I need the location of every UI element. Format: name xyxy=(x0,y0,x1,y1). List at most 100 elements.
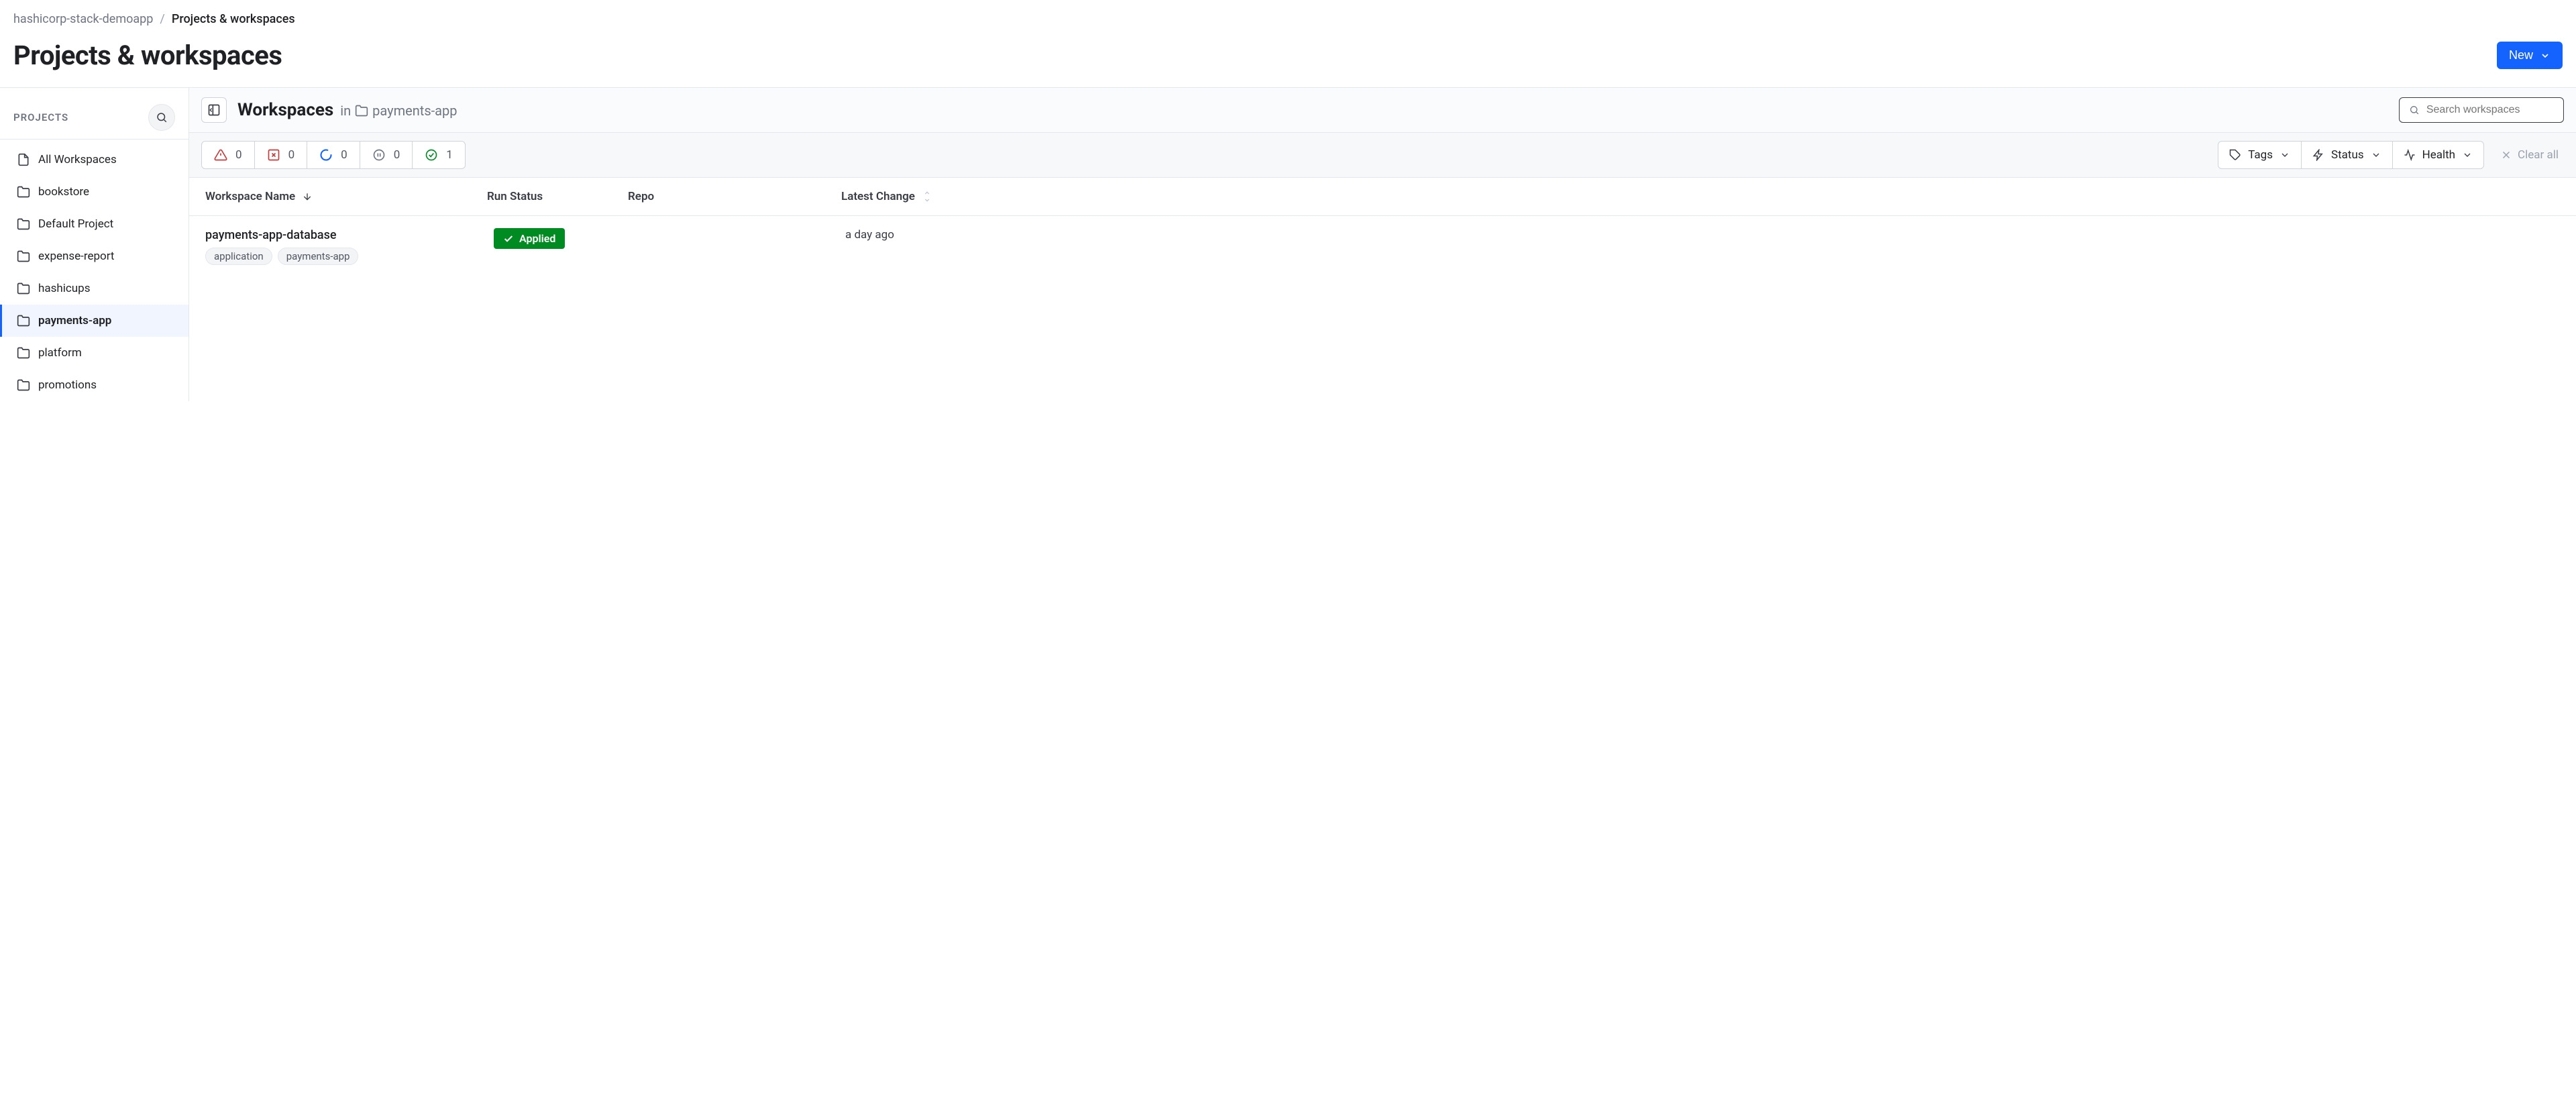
count: 0 xyxy=(288,148,295,162)
workspace-search[interactable] xyxy=(2399,97,2564,123)
file-icon xyxy=(17,153,30,166)
tag-icon xyxy=(2229,149,2241,161)
workspace-tag[interactable]: payments-app xyxy=(278,248,359,265)
collapse-sidebar-button[interactable] xyxy=(201,97,227,123)
sidebar-item-label: hashicups xyxy=(38,282,90,295)
run-icon xyxy=(2312,149,2324,161)
new-button[interactable]: New xyxy=(2497,42,2563,69)
status-badge: Applied xyxy=(494,228,565,249)
sidebar-item-label: expense-report xyxy=(38,250,114,263)
sort-icon xyxy=(922,191,932,202)
cell-status: Applied xyxy=(487,228,628,249)
sidebar-item-label: payments-app xyxy=(38,314,111,327)
breadcrumb-org[interactable]: hashicorp-stack-demoapp xyxy=(13,12,153,26)
col-header-name[interactable]: Workspace Name xyxy=(205,190,487,203)
workspaces-header: Workspaces in payments-app xyxy=(189,88,2576,133)
main-panel: Workspaces in payments-app 0 xyxy=(189,88,2576,401)
cell-latest-change: a day ago xyxy=(829,228,2560,242)
filter-buttons: Tags Status Health xyxy=(2218,141,2484,169)
folder-icon xyxy=(17,282,30,295)
folder-icon xyxy=(17,185,30,199)
table-header: Workspace Name Run Status Repo Latest Ch… xyxy=(189,178,2576,216)
sidebar-project-item[interactable]: platform xyxy=(0,337,189,369)
sidebar-item-label: Default Project xyxy=(38,217,113,231)
chevron-down-icon xyxy=(2371,150,2381,160)
collapse-icon xyxy=(207,103,221,117)
workspace-tags: application payments-app xyxy=(205,248,358,265)
label: Health xyxy=(2422,148,2455,162)
check-circle-icon xyxy=(425,148,438,162)
x-square-icon xyxy=(267,148,280,162)
status-segments: 0 0 0 0 1 xyxy=(201,141,466,169)
content-row: PROJECTS All Workspaces bookstore Default… xyxy=(0,87,2576,401)
label: Workspace Name xyxy=(205,190,295,203)
sidebar-project-item[interactable]: Default Project xyxy=(0,208,189,240)
workspaces-title-wrap: Workspaces in payments-app xyxy=(237,100,458,120)
chevron-down-icon xyxy=(2462,150,2473,160)
clear-all-button[interactable]: Clear all xyxy=(2495,148,2564,162)
workspaces-title: Workspaces xyxy=(237,100,333,120)
sidebar-item-label: All Workspaces xyxy=(38,153,117,166)
folder-icon xyxy=(17,346,30,360)
count: 0 xyxy=(341,148,347,162)
folder-icon xyxy=(355,104,368,117)
col-header-repo[interactable]: Repo xyxy=(628,190,829,203)
projects-search-button[interactable] xyxy=(148,104,175,131)
sidebar: PROJECTS All Workspaces bookstore Default… xyxy=(0,88,189,401)
folder-icon xyxy=(17,378,30,392)
label: Status xyxy=(2331,148,2364,162)
label: Tags xyxy=(2248,148,2273,162)
filter-status[interactable]: Status xyxy=(2302,142,2393,168)
pause-circle-icon xyxy=(372,148,386,162)
search-icon xyxy=(2409,104,2420,116)
sidebar-item-label: promotions xyxy=(38,378,97,392)
sidebar-all-workspaces[interactable]: All Workspaces xyxy=(0,144,189,176)
count: 0 xyxy=(235,148,242,162)
in-label: in xyxy=(340,103,351,119)
status-running[interactable]: 0 xyxy=(307,142,360,168)
col-header-status[interactable]: Run Status xyxy=(487,190,628,203)
page-header: Projects & workspaces New xyxy=(0,33,2576,87)
sidebar-project-item[interactable]: payments-app xyxy=(0,305,189,337)
sidebar-project-item[interactable]: promotions xyxy=(0,369,189,401)
workspace-tag[interactable]: application xyxy=(205,248,272,265)
status-pending[interactable]: 0 xyxy=(360,142,413,168)
activity-icon xyxy=(2404,149,2416,161)
new-button-label: New xyxy=(2509,48,2533,62)
chevron-down-icon xyxy=(2540,50,2551,61)
filter-row: 0 0 0 0 1 xyxy=(189,133,2576,178)
project-name: payments-app xyxy=(372,103,457,119)
label: Latest Change xyxy=(841,190,915,203)
sidebar-project-item[interactable]: hashicups xyxy=(0,272,189,305)
sidebar-project-item[interactable]: expense-report xyxy=(0,240,189,272)
breadcrumb-separator: / xyxy=(160,12,164,26)
folder-icon xyxy=(17,250,30,263)
filter-health[interactable]: Health xyxy=(2393,142,2483,168)
filter-tags[interactable]: Tags xyxy=(2218,142,2302,168)
workspace-name[interactable]: payments-app-database xyxy=(205,228,358,242)
spinner-icon xyxy=(319,148,333,162)
folder-icon xyxy=(17,314,30,327)
sidebar-project-item[interactable]: bookstore xyxy=(0,176,189,208)
label: Clear all xyxy=(2518,148,2559,162)
chevron-down-icon xyxy=(2279,150,2290,160)
count: 0 xyxy=(394,148,400,162)
folder-icon xyxy=(17,217,30,231)
check-icon xyxy=(503,233,514,244)
workspaces-context: in payments-app xyxy=(340,103,457,119)
sidebar-item-label: platform xyxy=(38,346,82,360)
col-header-change[interactable]: Latest Change xyxy=(829,190,2560,203)
table-row[interactable]: payments-app-database application payments… xyxy=(189,216,2576,277)
status-failed[interactable]: 0 xyxy=(255,142,308,168)
cell-name: payments-app-database application payments… xyxy=(205,228,487,265)
status-errored[interactable]: 0 xyxy=(202,142,255,168)
breadcrumb: hashicorp-stack-demoapp / Projects & wor… xyxy=(0,0,2576,33)
breadcrumb-page: Projects & workspaces xyxy=(172,12,295,26)
workspace-search-input[interactable] xyxy=(2426,104,2554,116)
alert-triangle-icon xyxy=(214,148,227,162)
count: 1 xyxy=(446,148,453,162)
projects-header: PROJECTS xyxy=(0,97,189,139)
arrow-down-icon xyxy=(302,191,313,202)
sidebar-item-label: bookstore xyxy=(38,185,89,199)
status-applied[interactable]: 1 xyxy=(413,142,465,168)
